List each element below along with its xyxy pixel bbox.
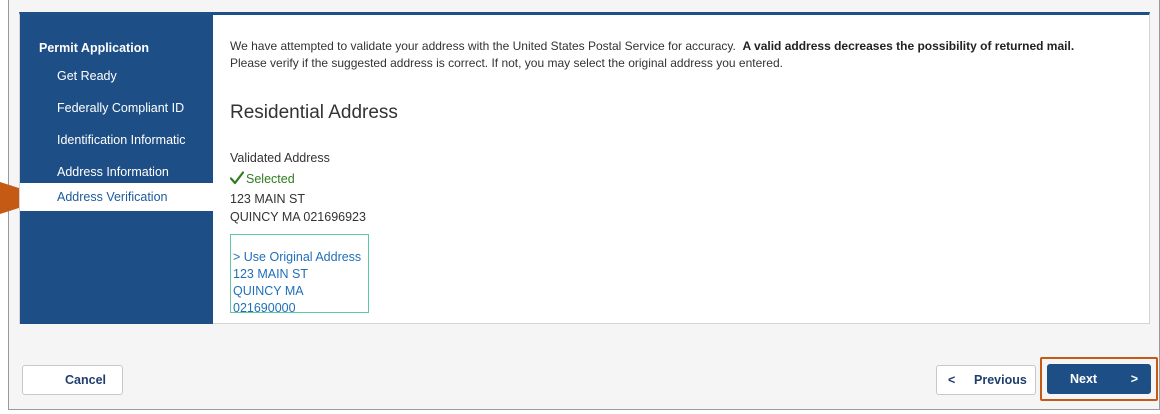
cancel-button[interactable]: Cancel <box>22 365 123 395</box>
sidebar-item-address-information[interactable]: Address Information <box>20 158 213 186</box>
sidebar-item-federally-compliant-id[interactable]: Federally Compliant ID <box>20 94 213 122</box>
previous-button[interactable]: < Previous <box>936 365 1036 395</box>
original-address-line1: 123 MAIN ST <box>233 267 309 281</box>
sidebar-item-address-verification[interactable]: Address Verification <box>20 183 213 211</box>
validated-address-line2: QUINCY MA 021696923 <box>230 210 366 224</box>
section-heading: Residential Address <box>230 102 398 123</box>
sidebar-item-get-ready[interactable]: Get Ready <box>20 62 213 90</box>
sidebar-item-identification-information[interactable]: Identification Informatic <box>20 126 213 154</box>
next-label: Next <box>1070 372 1098 386</box>
permit-sidebar: Permit Application Get Ready Federally C… <box>20 15 213 324</box>
selected-label: Selected <box>246 172 295 186</box>
original-address-line2: QUINCY MA 021690000 <box>233 284 303 315</box>
previous-label: Previous <box>974 373 1027 387</box>
intro-sentence-1: We have attempted to validate your addre… <box>230 39 736 53</box>
content-card: Permit Application Get Ready Federally C… <box>19 12 1150 324</box>
next-button[interactable]: Next > <box>1047 364 1151 394</box>
use-original-address-link[interactable]: > Use Original Address <box>233 249 368 266</box>
sidebar-title: Permit Application <box>39 41 149 55</box>
validated-address-line1: 123 MAIN ST <box>230 192 306 206</box>
chevron-left-icon: < <box>948 373 956 387</box>
intro-text: We have attempted to validate your addre… <box>230 38 1140 72</box>
address-verification-panel: We have attempted to validate your addre… <box>230 15 1149 323</box>
chevron-right-icon: > <box>1130 372 1138 386</box>
selected-indicator: Selected <box>230 171 295 186</box>
check-icon <box>230 171 244 185</box>
intro-bold-sentence: A valid address decreases the possibilit… <box>742 39 1075 53</box>
validated-address-label: Validated Address <box>230 151 330 165</box>
intro-sentence-2: Please verify if the suggested address i… <box>230 56 783 70</box>
use-original-address-option[interactable]: > Use Original Address 123 MAIN ST QUINC… <box>230 234 369 315</box>
